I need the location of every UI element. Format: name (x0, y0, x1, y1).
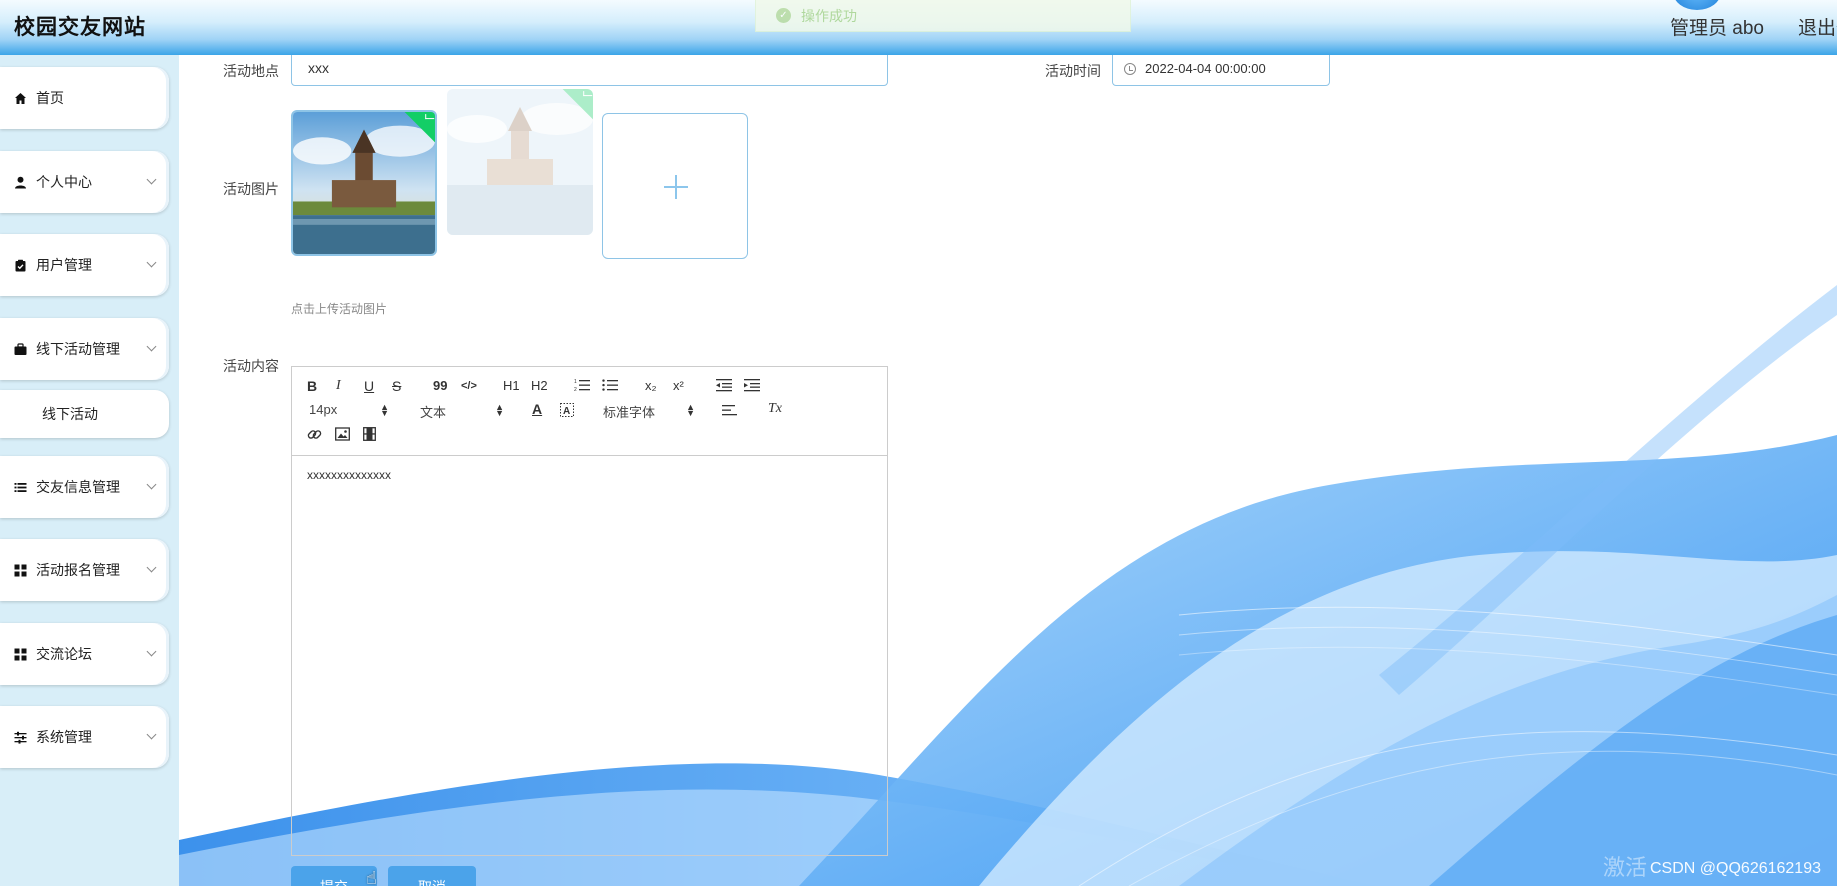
uploaded-image-1[interactable] (291, 110, 437, 256)
sidebar-item-label: 系统管理 (36, 729, 92, 745)
svg-text:A: A (563, 406, 570, 417)
sidebar-item-label: 个人中心 (36, 174, 92, 190)
chevron-down-icon (146, 174, 157, 185)
chevron-down-icon (146, 257, 157, 268)
site-title: 校园交友网站 (14, 16, 146, 39)
uploaded-image-2[interactable] (447, 89, 593, 235)
font-size-value: 14px (309, 402, 338, 417)
svg-text:1: 1 (574, 379, 577, 385)
bold-button[interactable]: B (307, 378, 317, 394)
logout-link[interactable]: 退出登 (1798, 13, 1837, 40)
main-content: 活动地点 xxx 活动时间 2022-04-04 00:00:00 活动图片 点… (179, 55, 1837, 886)
select-arrows-icon: ▲ ▼ (686, 402, 695, 418)
svg-text:2: 2 (574, 387, 577, 392)
select-arrows-icon: ▲ ▼ (495, 402, 504, 418)
subscript-button[interactable]: x₂ (645, 378, 657, 394)
italic-button[interactable]: I (336, 378, 341, 394)
cancel-button[interactable]: 取消 (388, 866, 476, 886)
location-label: 活动地点 (223, 63, 279, 79)
success-toast: ✓ 操作成功 (755, 0, 1131, 32)
sidebar-item-home[interactable]: 首页 (0, 67, 169, 129)
code-block-button[interactable]: </> (461, 378, 477, 394)
grid-icon (14, 648, 27, 661)
chevron-down-icon (146, 729, 157, 740)
sidebar-item-enrollment[interactable]: 活动报名管理 (0, 539, 169, 601)
sidebar-item-system[interactable]: 系统管理 (0, 706, 169, 768)
outdent-icon[interactable] (716, 378, 732, 395)
background-color-icon[interactable]: A (560, 403, 574, 420)
strikethrough-button[interactable]: S (392, 378, 401, 394)
sliders-icon (14, 731, 27, 744)
avatar[interactable] (1673, 0, 1721, 10)
time-picker[interactable]: 2022-04-04 00:00:00 (1112, 55, 1330, 86)
font-size-select[interactable]: 14px ▲ ▼ (309, 402, 389, 418)
sidebar-item-label: 首页 (36, 90, 64, 106)
sidebar-item-label: 线下活动管理 (36, 341, 120, 357)
text-format-value: 文本 (420, 405, 447, 420)
indent-icon[interactable] (744, 378, 760, 395)
blockquote-button[interactable]: 99 (433, 378, 447, 394)
home-icon (14, 92, 27, 105)
sidebar-item-offline-activities[interactable]: 线下活动管理 (0, 318, 169, 380)
font-color-icon[interactable]: A (532, 401, 542, 417)
hand-cursor-icon: ☝ (366, 868, 377, 886)
link-icon[interactable] (307, 427, 322, 445)
superscript-button[interactable]: x² (673, 378, 684, 394)
sidebar-item-users[interactable]: 用户管理 (0, 234, 169, 296)
chevron-down-icon (146, 479, 157, 490)
underline-button[interactable]: U (364, 378, 374, 394)
sidebar-item-label: 交流论坛 (36, 646, 92, 662)
chevron-down-icon (146, 341, 157, 352)
font-family-select[interactable]: 标准字体 ▲ ▼ (603, 402, 695, 421)
ordered-list-icon[interactable]: 12 (574, 378, 590, 395)
activate-text: 激活 (1602, 855, 1647, 880)
check-circle-icon: ✓ (776, 8, 791, 23)
sidebar-item-dating-info[interactable]: 交友信息管理 (0, 456, 169, 518)
content-label: 活动内容 (223, 358, 279, 374)
grid-icon (14, 564, 27, 577)
sidebar-item-label: 用户管理 (36, 257, 92, 273)
image-icon[interactable] (335, 427, 350, 444)
sidebar-subitem-offline-activity[interactable]: 线下活动 (0, 390, 169, 438)
user-icon (14, 176, 27, 189)
list-icon (14, 481, 27, 494)
text-format-select[interactable]: 文本 ▲ ▼ (420, 402, 504, 421)
user-label: 管理员 abo (1670, 18, 1764, 39)
image-label: 活动图片 (223, 181, 279, 197)
chevron-down-icon (146, 646, 157, 657)
sidebar-item-forum[interactable]: 交流论坛 (0, 623, 169, 685)
rich-text-editor: B I U S 99 </> H1 H2 12 x₂ x² 14px ▲ ▼ 文… (291, 366, 888, 856)
align-icon[interactable] (722, 404, 738, 420)
sidebar-item-profile[interactable]: 个人中心 (0, 151, 169, 213)
heading-1-button[interactable]: H1 (503, 378, 520, 394)
sidebar-item-label: 交友信息管理 (36, 479, 120, 495)
bullet-list-icon[interactable] (602, 378, 618, 395)
csdn-watermark: CSDN @QQ626162193 (1650, 860, 1821, 877)
clipboard-icon (14, 259, 27, 272)
select-arrows-icon: ▲ ▼ (380, 402, 389, 418)
briefcase-icon (14, 342, 27, 356)
time-label: 活动时间 (1045, 63, 1101, 79)
sidebar-item-label: 活动报名管理 (36, 562, 120, 578)
font-family-value: 标准字体 (603, 405, 656, 420)
location-input[interactable]: xxx (291, 55, 888, 86)
clear-format-button[interactable]: Tx (768, 401, 782, 417)
toast-message: 操作成功 (801, 7, 857, 24)
sidebar: 首页 个人中心 用户管理 线下活动管理 线下活动 交友信息管理 活动报名管理 交… (0, 55, 179, 886)
editor-content[interactable]: xxxxxxxxxxxxxx (292, 456, 887, 855)
time-value: 2022-04-04 00:00:00 (1145, 60, 1266, 76)
upload-hint: 点击上传活动图片 (291, 302, 388, 316)
image-upload-button[interactable] (602, 113, 748, 259)
editor-toolbar: B I U S 99 </> H1 H2 12 x₂ x² 14px ▲ ▼ 文… (292, 367, 887, 456)
chevron-down-icon (146, 562, 157, 573)
heading-2-button[interactable]: H2 (531, 378, 548, 394)
clock-icon (1124, 63, 1136, 75)
submit-button[interactable]: 提交 (291, 866, 377, 886)
video-icon[interactable] (363, 427, 376, 444)
